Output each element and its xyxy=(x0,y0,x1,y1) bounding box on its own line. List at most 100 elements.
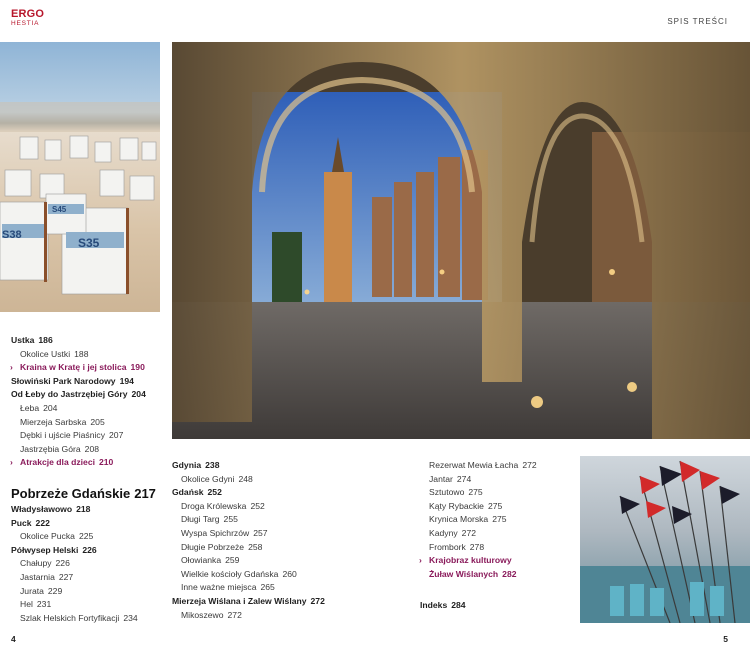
toc-entry-page: 204 xyxy=(43,403,58,413)
toc-entry[interactable]: Jastarnia 227 xyxy=(20,572,73,583)
toc-entry-label: Frombork xyxy=(429,541,466,552)
toc-section-title[interactable]: Pobrzeże Gdańskie 217 xyxy=(11,486,156,501)
toc-entry-page: 227 xyxy=(58,572,74,582)
toc-entry[interactable]: Frombork 278 xyxy=(429,542,484,553)
toc-entry-label: Długi Targ xyxy=(181,514,220,525)
toc-entry[interactable]: Szlak Helskich Fortyfikacji 234 xyxy=(20,613,138,624)
toc-entry[interactable]: Okolice Gdyni 248 xyxy=(181,474,253,485)
toc-entry[interactable]: Długie Pobrzeże 258 xyxy=(181,542,262,553)
toc-entry-page: 252 xyxy=(207,487,222,498)
toc-entry-page: 272 xyxy=(310,596,325,606)
toc-entry-page: 190 xyxy=(130,362,145,373)
toc-entry-page: 225 xyxy=(78,531,94,542)
toc-entry-page: 194 xyxy=(119,375,134,386)
toc-entry-label: Jurata xyxy=(20,585,44,596)
toc-entry-page: 272 xyxy=(227,609,242,620)
toc-entry-label: Gdynia xyxy=(172,460,202,470)
toc-entry[interactable]: › Krajobraz kulturowy xyxy=(419,555,512,566)
gate-illustration xyxy=(172,42,750,439)
toc-entry-label: Mikoszewo xyxy=(181,609,224,620)
toc-entry[interactable]: Kadyny 272 xyxy=(429,528,476,539)
toc-entry-label: Gdańsk xyxy=(172,487,204,498)
toc-entry-label: Ustka xyxy=(11,335,35,345)
toc-entry-page: 282 xyxy=(502,568,517,579)
toc-entry[interactable]: Dębki i ujście Piaśnicy 207 xyxy=(20,430,123,441)
toc-entry[interactable]: Sztutowo 275 xyxy=(429,487,483,498)
toc-entry-label: Od Łeby do Jastrzębiej Góry xyxy=(11,389,128,400)
toc-entry-label: Jantar xyxy=(429,473,453,484)
toc-entry[interactable]: Gdańsk 252 xyxy=(172,487,222,498)
toc-entry[interactable]: Słowiński Park Narodowy 194 xyxy=(11,376,134,387)
toc-entry-label: Jastrzębia Góra xyxy=(20,443,81,454)
toc-entry-label: Inne ważne miejsca xyxy=(181,582,257,593)
toc-entry[interactable]: Droga Królewska 252 xyxy=(181,501,265,512)
toc-entry[interactable]: Okolice Pucka 225 xyxy=(20,531,93,542)
toc-entry-page: 218 xyxy=(76,504,91,514)
page-number-left: 4 xyxy=(11,634,16,644)
svg-text:S38: S38 xyxy=(2,229,22,241)
toc-entry[interactable]: Łeba 204 xyxy=(20,403,57,414)
toc-entry-label: Hel xyxy=(20,599,33,610)
toc-entry[interactable]: Jurata 229 xyxy=(20,586,62,597)
toc-entry-label: Władysławowo xyxy=(11,504,73,514)
toc-entry[interactable]: Kąty Rybackie 275 xyxy=(429,501,502,512)
toc-entry[interactable]: Wielkie kościoły Gdańska 260 xyxy=(181,569,297,580)
svg-text:S35: S35 xyxy=(78,236,100,250)
toc-entry-page: 207 xyxy=(109,430,124,441)
toc-entry-page: 260 xyxy=(282,568,297,579)
toc-entry-label: Atrakcje dla dzieci xyxy=(20,457,95,468)
photo-fishing-flags xyxy=(580,456,750,623)
running-header: SPIS TREŚCI xyxy=(667,17,728,26)
toc-entry[interactable]: › Atrakcje dla dzieci 210 xyxy=(10,457,114,468)
toc-entry-label: Okolice Ustki xyxy=(20,348,71,359)
toc-entry-label: Okolice Gdyni xyxy=(181,473,235,484)
toc-entry[interactable]: Chałupy 226 xyxy=(20,558,70,569)
toc-entry[interactable]: Krynica Morska 275 xyxy=(429,514,507,525)
toc-entry[interactable]: Ołowianka 259 xyxy=(181,555,239,566)
toc-entry[interactable]: Puck 222 xyxy=(11,518,50,529)
toc-entry[interactable]: Inne ważne miejsca 265 xyxy=(181,582,275,593)
toc-entry-label: Łeba xyxy=(20,403,40,413)
toc-entry[interactable]: Wyspa Spichrzów 257 xyxy=(181,528,268,539)
toc-entry-page: 275 xyxy=(487,500,503,511)
toc-entry[interactable]: Ustka 186 xyxy=(11,335,53,346)
toc-entry-page: 275 xyxy=(492,514,507,525)
toc-entry-page: 259 xyxy=(225,555,240,566)
toc-entry-page: 188 xyxy=(74,348,89,359)
toc-entry-page: 210 xyxy=(99,457,114,468)
toc-entry[interactable]: › Kraina w Kratę i jej stolica 190 xyxy=(10,362,145,373)
toc-entry-page: 255 xyxy=(223,514,238,525)
toc-entry[interactable]: Rezerwat Mewia Łacha 272 xyxy=(429,460,537,471)
toc-entry-page: 238 xyxy=(205,460,220,470)
toc-entry[interactable]: Półwysep Helski 226 xyxy=(11,545,97,556)
toc-entry[interactable]: Długi Targ 255 xyxy=(181,514,238,525)
toc-entry-label: Okolice Pucka xyxy=(20,531,75,542)
flags-illustration xyxy=(580,460,750,623)
toc-entry[interactable]: Od Łeby do Jastrzębiej Góry 204 xyxy=(11,389,146,400)
toc-entry[interactable]: Mikoszewo 272 xyxy=(181,610,242,621)
toc-entry-label: Krynica Morska xyxy=(429,514,489,525)
page-number-right: 5 xyxy=(723,634,728,644)
toc-entry[interactable]: Jastrzębia Góra 208 xyxy=(20,444,99,455)
toc-entry-index[interactable]: Indeks 284 xyxy=(420,600,466,611)
toc-entry[interactable]: Gdynia 238 xyxy=(172,460,219,471)
toc-entry-label: Rezerwat Mewia Łacha xyxy=(429,460,519,470)
logo-hestia-text: HESTIA xyxy=(11,20,40,27)
toc-entry[interactable]: Mierzeja Sarbska 205 xyxy=(20,417,105,428)
toc-entry-page: 222 xyxy=(35,517,50,528)
toc-entry[interactable]: Mierzeja Wiślana i Zalew Wiślany 272 xyxy=(172,596,325,607)
toc-entry[interactable]: Jantar 274 xyxy=(429,474,471,485)
toc-entry-page: 275 xyxy=(468,487,483,498)
photo-gdansk-gate xyxy=(172,42,750,439)
toc-entry-label: Wielkie kościoły Gdańska xyxy=(181,568,279,579)
toc-entry-page: 278 xyxy=(469,541,485,552)
toc-entry[interactable]: Władysławowo 218 xyxy=(11,504,90,515)
toc-entry[interactable]: Okolice Ustki 188 xyxy=(20,349,88,360)
toc-entry-page: 274 xyxy=(456,473,472,484)
toc-entry-label: Indeks xyxy=(420,600,448,610)
toc-entry[interactable]: Żuław Wiślanych 282 xyxy=(429,569,517,580)
toc-entry-page: 272 xyxy=(461,528,477,538)
toc-entry[interactable]: Hel 231 xyxy=(20,599,51,610)
toc-entry-label: Droga Królewska xyxy=(181,500,247,511)
toc-entry-page: 257 xyxy=(253,528,268,538)
